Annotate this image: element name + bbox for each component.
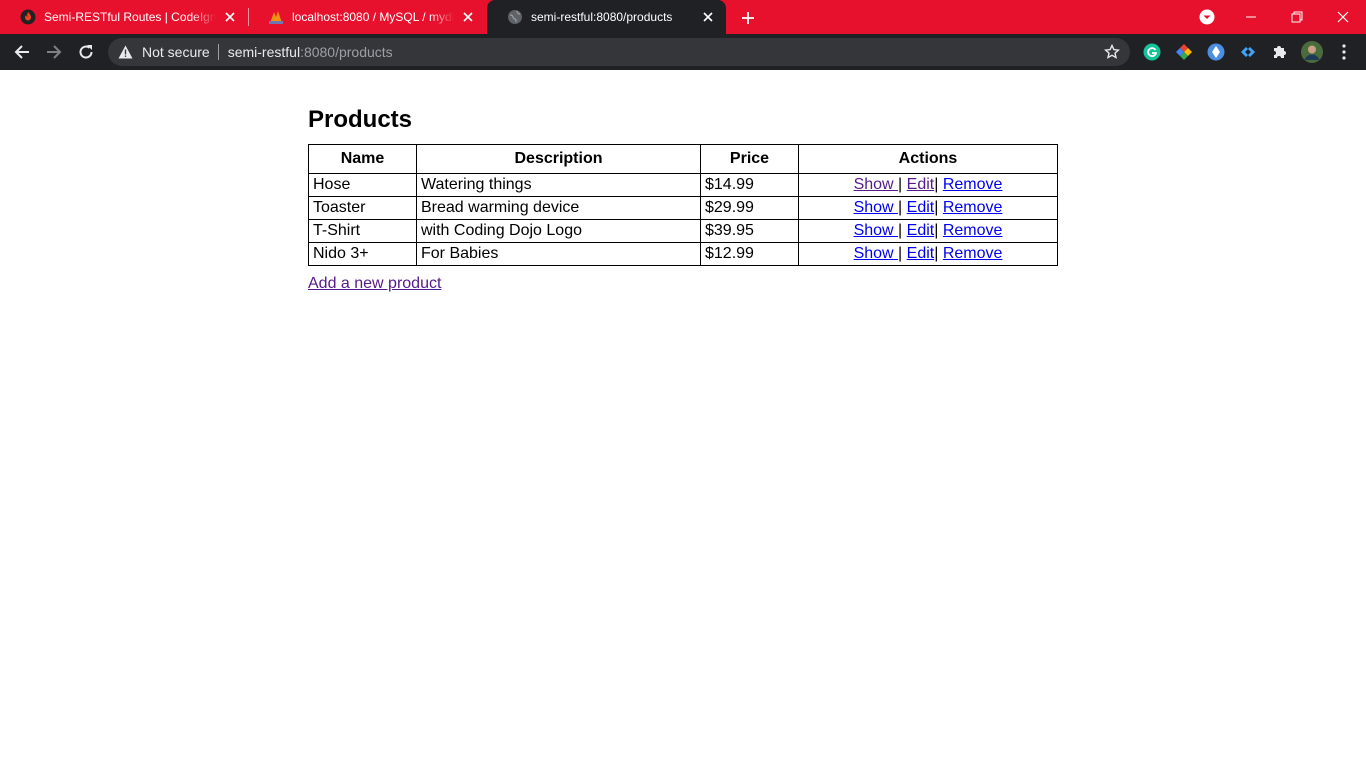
table-row: Toaster Bread warming device $29.99 Show… <box>308 196 1058 220</box>
new-tab-button[interactable] <box>738 8 758 28</box>
product-name: Hose <box>308 173 417 197</box>
minimize-icon <box>1246 16 1256 18</box>
restore-icon <box>1291 11 1303 23</box>
tab-phpmyadmin[interactable]: localhost:8080 / MySQL / mydb / products <box>248 0 486 34</box>
product-description: Bread warming device <box>416 196 701 220</box>
product-price: $29.99 <box>700 196 799 220</box>
tab-title: Semi-RESTful Routes | CodeIgniter <box>44 10 216 24</box>
reload-button[interactable] <box>76 42 96 62</box>
product-actions: Show | Edit| Remove <box>798 173 1058 197</box>
action-separator: | <box>898 245 903 262</box>
security-label[interactable]: Not secure <box>142 44 210 60</box>
edit-link[interactable]: Edit <box>907 245 935 262</box>
action-separator: | <box>934 222 939 239</box>
action-separator: | <box>898 199 903 216</box>
vscode-icon[interactable] <box>1239 43 1257 61</box>
address-bar[interactable]: Not secure semi-restful:8080/products <box>108 38 1130 66</box>
action-separator: | <box>934 199 939 216</box>
puzzle-icon[interactable] <box>1271 43 1289 61</box>
grammarly-icon[interactable] <box>1143 43 1161 61</box>
remove-link[interactable]: Remove <box>943 176 1003 193</box>
codeigniter-favicon-icon <box>20 9 36 25</box>
close-window-button[interactable] <box>1320 0 1366 34</box>
url-host: semi-restful <box>227 44 301 60</box>
product-name: T-Shirt <box>308 219 417 243</box>
plus-icon <box>742 12 754 24</box>
product-name: Toaster <box>308 196 417 220</box>
table-row: Hose Watering things $14.99 Show | Edit|… <box>308 173 1058 197</box>
product-actions: Show | Edit| Remove <box>798 242 1058 266</box>
product-actions: Show | Edit| Remove <box>798 219 1058 243</box>
show-link[interactable]: Show <box>854 176 898 193</box>
minimize-button[interactable] <box>1228 0 1274 34</box>
remove-link[interactable]: Remove <box>943 222 1003 239</box>
table-header-row: Name Description Price Actions <box>308 144 1058 174</box>
show-link[interactable]: Show <box>854 245 898 262</box>
browser-toolbar: Not secure semi-restful:8080/products <box>0 34 1366 70</box>
remove-link[interactable]: Remove <box>943 199 1003 216</box>
phpmyadmin-favicon-icon <box>269 11 283 24</box>
arrow-left-icon <box>14 45 29 59</box>
header-name: Name <box>308 144 417 174</box>
color-picker-icon[interactable] <box>1175 43 1193 61</box>
product-name: Nido 3+ <box>308 242 417 266</box>
reload-icon <box>79 45 93 59</box>
close-icon <box>1337 11 1349 23</box>
tab-title: localhost:8080 / MySQL / mydb / products <box>292 10 454 24</box>
tab-codeigniter[interactable]: Semi-RESTful Routes | CodeIgniter <box>0 0 248 34</box>
header-actions: Actions <box>798 144 1058 174</box>
chevron-down-circle-icon <box>1199 9 1215 25</box>
tab-strip: Semi-RESTful Routes | CodeIgniter localh… <box>0 0 1366 34</box>
remove-link[interactable]: Remove <box>943 245 1003 262</box>
products-table: Name Description Price Actions Hose Wate… <box>308 144 1058 266</box>
edit-link[interactable]: Edit <box>907 222 935 239</box>
close-tab-icon[interactable] <box>700 9 716 25</box>
tab-title: semi-restful:8080/products <box>531 10 673 24</box>
product-actions: Show | Edit| Remove <box>798 196 1058 220</box>
tab-search-button[interactable] <box>1199 9 1215 25</box>
address-divider <box>217 44 219 60</box>
bookmark-star-icon[interactable] <box>1104 44 1120 60</box>
product-description: with Coding Dojo Logo <box>416 219 701 243</box>
back-button[interactable] <box>12 42 32 62</box>
header-price: Price <box>700 144 799 174</box>
product-description: Watering things <box>416 173 701 197</box>
globe-icon <box>508 10 522 24</box>
product-price: $12.99 <box>700 242 799 266</box>
action-separator: | <box>934 245 939 262</box>
product-price: $14.99 <box>700 173 799 197</box>
forward-button[interactable] <box>44 42 64 62</box>
edit-link[interactable]: Edit <box>907 199 935 216</box>
action-separator: | <box>898 176 903 193</box>
tab-products-active[interactable]: semi-restful:8080/products <box>487 0 726 34</box>
action-separator: | <box>934 176 939 193</box>
kebab-menu-icon[interactable] <box>1335 43 1353 61</box>
action-separator: | <box>898 222 903 239</box>
arrow-right-icon <box>47 45 62 59</box>
page-content: Products Name Description Price Actions … <box>0 70 1366 768</box>
page-title: Products <box>308 106 413 133</box>
avatar[interactable] <box>1301 41 1323 63</box>
close-tab-icon[interactable] <box>222 9 238 25</box>
warning-icon[interactable] <box>118 44 134 60</box>
table-row: Nido 3+ For Babies $12.99 Show | Edit| R… <box>308 242 1058 266</box>
header-description: Description <box>416 144 701 174</box>
close-tab-icon[interactable] <box>460 9 476 25</box>
url-path: :8080/products <box>300 44 393 60</box>
table-row: T-Shirt with Coding Dojo Logo $39.95 Sho… <box>308 219 1058 243</box>
metamask-icon[interactable] <box>1207 43 1225 61</box>
product-description: For Babies <box>416 242 701 266</box>
show-link[interactable]: Show <box>854 199 898 216</box>
product-price: $39.95 <box>700 219 799 243</box>
show-link[interactable]: Show <box>854 222 898 239</box>
add-product-link[interactable]: Add a new product <box>308 275 441 293</box>
edit-link[interactable]: Edit <box>907 176 935 193</box>
restore-button[interactable] <box>1274 0 1320 34</box>
